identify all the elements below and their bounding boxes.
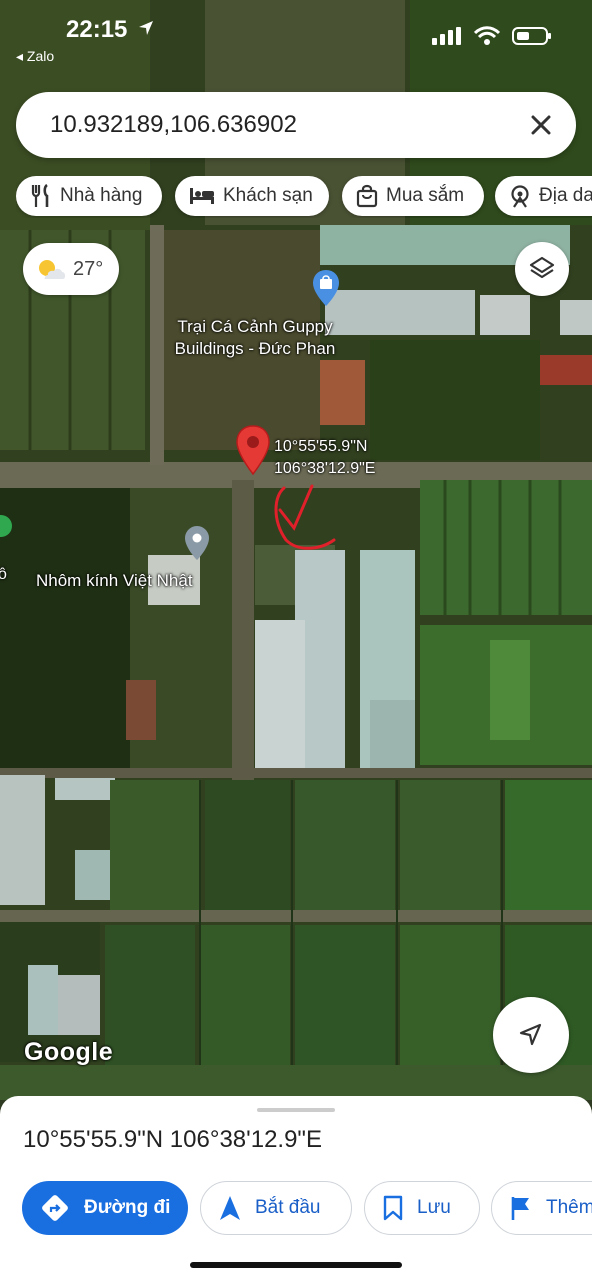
place-poi-icon[interactable] [183, 524, 211, 562]
google-attribution: Google [24, 1038, 114, 1066]
partly-cloudy-icon [39, 260, 66, 279]
chip-label: Địa da [539, 185, 592, 206]
place-coordinates-title: 10°55'55.9"N 106°38'12.9"E [23, 1126, 322, 1153]
flag-icon [511, 1197, 529, 1220]
edge-poi-icon[interactable] [0, 515, 12, 545]
status-bar: 22:15 ◂ Zalo [0, 0, 592, 72]
chip-shopping[interactable]: Mua sắm [342, 176, 484, 216]
location-services-icon [139, 21, 153, 35]
cellular-signal-icon [432, 27, 461, 45]
action-buttons: Đường đi Bắt đầu Lưu Thêm [22, 1181, 592, 1237]
hotel-icon [190, 188, 214, 204]
close-icon[interactable] [526, 110, 556, 140]
bookmark-icon [383, 1195, 403, 1221]
home-indicator[interactable] [190, 1262, 402, 1268]
search-bar[interactable]: 10.932189,106.636902 [16, 92, 576, 158]
restaurant-icon [31, 184, 49, 207]
poi-label-guppy[interactable]: Trại Cá Cảnh Guppy Buildings - Đức Phan [160, 316, 350, 360]
sheet-drag-handle[interactable] [257, 1108, 335, 1112]
directions-button[interactable]: Đường đi [22, 1181, 188, 1235]
wifi-icon [474, 26, 500, 45]
save-label: Lưu [417, 1197, 451, 1218]
pin-coordinate-label: 10°55'55.9"N 106°38'12.9"E [274, 436, 375, 480]
shopping-bag-icon [356, 184, 378, 208]
status-time: 22:15 [66, 16, 128, 43]
my-location-button[interactable] [493, 997, 569, 1073]
chip-restaurant[interactable]: Nhà hàng [16, 176, 162, 216]
bottom-sheet[interactable]: 10°55'55.9"N 106°38'12.9"E Đường đi Bắt … [0, 1096, 592, 1280]
search-query[interactable]: 10.932189,106.636902 [50, 111, 297, 139]
pin-longitude: 106°38'12.9"E [274, 460, 376, 477]
poi-label-nhom-kinh[interactable]: Nhôm kính Việt Nhật [36, 570, 193, 592]
satellite-map[interactable]: Trại Cá Cảnh Guppy Buildings - Đức Phan … [0, 0, 592, 1100]
weather-temperature: 27° [73, 257, 104, 280]
more-label: Thêm [546, 1197, 592, 1218]
back-to-app-link[interactable]: ◂ Zalo [16, 48, 54, 65]
chip-label: Mua sắm [386, 185, 465, 206]
start-button[interactable]: Bắt đầu [200, 1181, 352, 1235]
category-chips: Nhà hàng Khách sạn Mua sắm Địa da [16, 176, 592, 218]
location-pin-icon[interactable] [234, 424, 272, 478]
poi-label-edge: ô [0, 566, 7, 583]
directions-icon [42, 1195, 68, 1221]
more-button[interactable]: Thêm [491, 1181, 592, 1235]
layers-button[interactable] [515, 242, 569, 296]
directions-label: Đường đi [84, 1197, 171, 1218]
pin-latitude: 10°55'55.9"N [274, 438, 368, 455]
poi-label-line2: Buildings - Đức Phan [174, 339, 336, 358]
navigation-arrow-outline-icon [519, 1023, 542, 1046]
weather-chip[interactable]: 27° [23, 243, 119, 295]
save-button[interactable]: Lưu [364, 1181, 480, 1235]
chip-attractions[interactable]: Địa da [495, 176, 592, 216]
chip-label: Nhà hàng [60, 185, 143, 206]
attraction-icon [511, 185, 529, 208]
start-label: Bắt đầu [255, 1197, 321, 1218]
poi-label-line1: Trại Cá Cảnh Guppy [177, 317, 333, 336]
chip-label: Khách sạn [223, 185, 313, 206]
battery-icon [512, 27, 551, 45]
handwritten-check-mark-icon [274, 484, 336, 550]
chip-hotel[interactable]: Khách sạn [175, 176, 329, 216]
status-icons [432, 26, 552, 46]
shopping-poi-icon[interactable] [311, 268, 341, 308]
navigation-arrow-icon [220, 1196, 240, 1220]
layers-icon [529, 256, 555, 279]
